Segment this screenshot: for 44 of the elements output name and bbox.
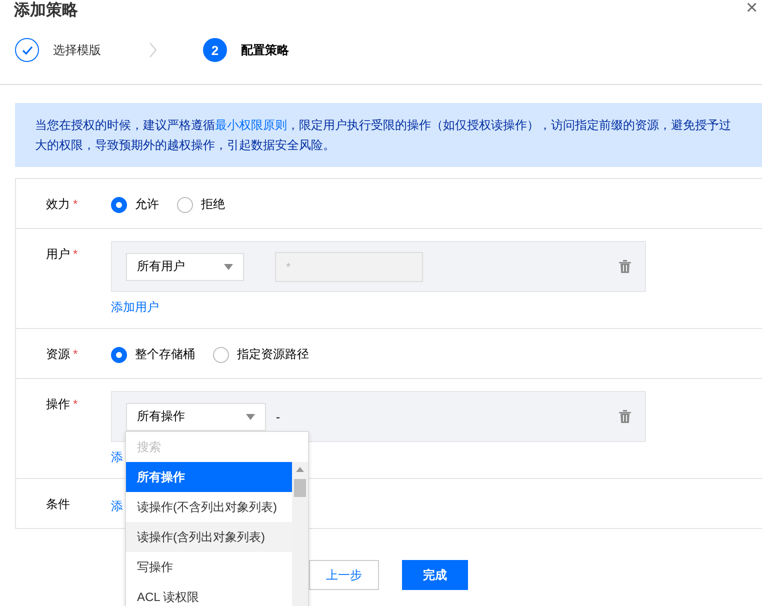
field-label: 用户 [46, 247, 70, 261]
back-button[interactable]: 上一步 [309, 560, 379, 590]
action-value: - [276, 410, 280, 424]
dropdown-item[interactable]: 所有操作 [126, 462, 292, 492]
add-user-link[interactable]: 添加用户 [111, 299, 159, 316]
caret-icon [246, 414, 255, 420]
dialog-title: 添加策略 [14, 0, 78, 21]
caret-icon [224, 264, 233, 270]
user-select[interactable]: 所有用户 [126, 252, 244, 280]
field-label: 效力 [46, 197, 70, 211]
radio-button[interactable] [111, 196, 127, 212]
radio-button[interactable] [111, 346, 127, 362]
radio-button[interactable] [213, 346, 229, 362]
step-label: 配置策略 [241, 42, 289, 58]
radio-button[interactable] [177, 196, 193, 212]
input-field[interactable]: * [275, 252, 423, 282]
radio-label: 拒绝 [201, 196, 225, 213]
scrollbar[interactable] [292, 462, 308, 606]
alert-text: 当您在授权的时候，建议严格遵循最小权限原则，限定用户执行受限的操作（如仅授权读操作），访问指定前缀的资源，避免授予过大的权限，导致预期外的越权操作，引起数据安全风险。 [15, 103, 762, 167]
chevron-icon [149, 42, 157, 58]
search-field[interactable]: 搜索 [126, 432, 308, 462]
field-label: 条件 [46, 497, 70, 511]
action-select[interactable]: 所有操作 [126, 402, 266, 430]
scrollbar-thumb[interactable] [294, 479, 306, 497]
required-mark: * [73, 347, 78, 361]
trash-icon[interactable] [619, 260, 631, 273]
dropdown-item[interactable]: 读操作(含列出对象列表) [126, 522, 292, 552]
principle-link[interactable]: 最小权限原则 [215, 118, 287, 132]
radio-label: 允许 [135, 196, 159, 213]
add-condition-link[interactable]: 添 [111, 498, 123, 514]
scroll-up-icon[interactable] [296, 467, 304, 472]
finish-button[interactable]: 完成 [402, 560, 468, 590]
trash-icon[interactable] [619, 410, 631, 423]
radio-label: 整个存储桶 [135, 346, 195, 363]
field-label: 资源 [46, 347, 70, 361]
step-number: 2 [203, 38, 227, 62]
radio-label: 指定资源路径 [237, 346, 309, 363]
close-icon[interactable]: × [746, 0, 758, 20]
field-label: 操作 [46, 397, 70, 411]
required-mark: * [73, 397, 78, 411]
required-mark: * [73, 247, 78, 261]
add-action-link[interactable]: 添 [111, 449, 123, 466]
required-mark: * [73, 197, 78, 211]
step-label: 选择模版 [53, 42, 101, 58]
